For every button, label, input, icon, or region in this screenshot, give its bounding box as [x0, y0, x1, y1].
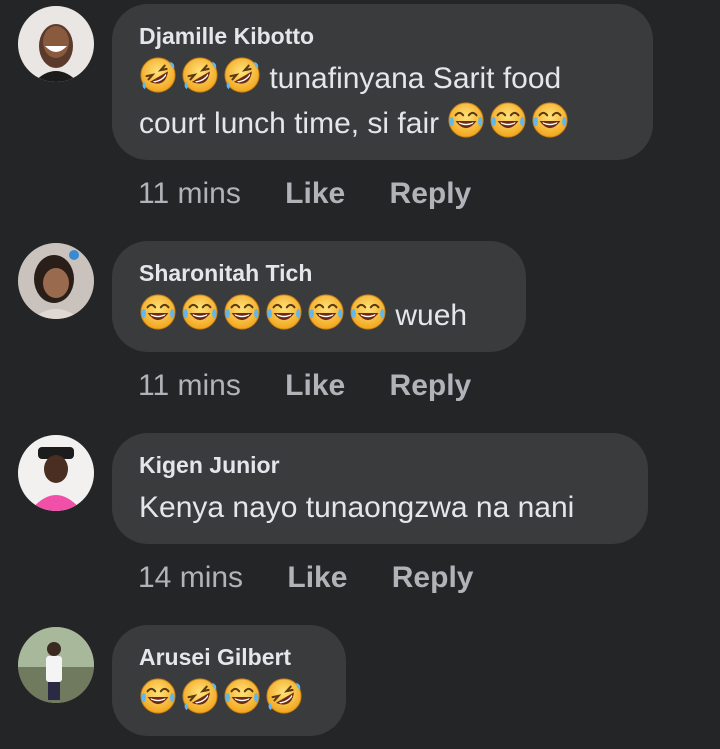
avatar[interactable] [18, 435, 94, 511]
joy-emoji-icon [265, 293, 303, 331]
reply-button[interactable]: Reply [390, 368, 472, 404]
joy-emoji-icon [223, 293, 261, 331]
comment-actions: 11 mins Like Reply [138, 176, 507, 212]
joy-emoji-icon [139, 677, 177, 715]
comment-bubble: Kigen Junior Kenya nayo tunaongzwa na na… [112, 433, 648, 544]
reply-button[interactable]: Reply [390, 176, 472, 212]
joy-emoji-icon [307, 293, 345, 331]
rofl-emoji-icon [265, 677, 303, 715]
avatar[interactable] [18, 627, 94, 703]
reply-button[interactable]: Reply [392, 560, 474, 596]
comment-author[interactable]: Arusei Gilbert [139, 643, 320, 671]
comment-bubble: Djamille Kibotto tunafinyana Sarit food … [112, 4, 653, 160]
rofl-emoji-icon [181, 56, 219, 94]
comment-text [139, 677, 320, 722]
comment-bubble: Sharonitah Tich wueh [112, 241, 526, 352]
like-button[interactable]: Like [287, 560, 347, 596]
avatar[interactable] [18, 6, 94, 82]
emoji-group [139, 293, 387, 331]
joy-emoji-icon [489, 101, 527, 139]
comment-text-body: wueh [395, 299, 468, 332]
joy-emoji-icon [531, 101, 569, 139]
rofl-emoji-icon [139, 56, 177, 94]
comment-text: Kenya nayo tunaongzwa na nani [139, 491, 575, 524]
emoji-group [139, 677, 303, 715]
like-button[interactable]: Like [285, 368, 345, 404]
comment-author[interactable]: Sharonitah Tich [139, 259, 500, 287]
comment-actions: 14 mins Like Reply [138, 560, 509, 596]
emoji-group [139, 56, 261, 94]
comment-bubble: Arusei Gilbert [112, 625, 346, 736]
like-button[interactable]: Like [285, 176, 345, 212]
comment-author[interactable]: Kigen Junior [139, 451, 622, 479]
joy-emoji-icon [181, 293, 219, 331]
joy-emoji-icon [139, 293, 177, 331]
joy-emoji-icon [349, 293, 387, 331]
comment-text: wueh [139, 293, 500, 338]
joy-emoji-icon [447, 101, 485, 139]
comment-timestamp[interactable]: 11 mins [138, 176, 241, 212]
comment-text: tunafinyana Sarit food court lunch time,… [139, 56, 627, 146]
rofl-emoji-icon [181, 677, 219, 715]
comment-actions: 11 mins Like Reply [138, 368, 507, 404]
comment-timestamp[interactable]: 14 mins [138, 560, 243, 596]
comment-timestamp[interactable]: 11 mins [138, 368, 241, 404]
emoji-group [447, 101, 569, 139]
comment-author[interactable]: Djamille Kibotto [139, 22, 627, 50]
avatar[interactable] [18, 243, 94, 319]
rofl-emoji-icon [223, 56, 261, 94]
joy-emoji-icon [223, 677, 261, 715]
